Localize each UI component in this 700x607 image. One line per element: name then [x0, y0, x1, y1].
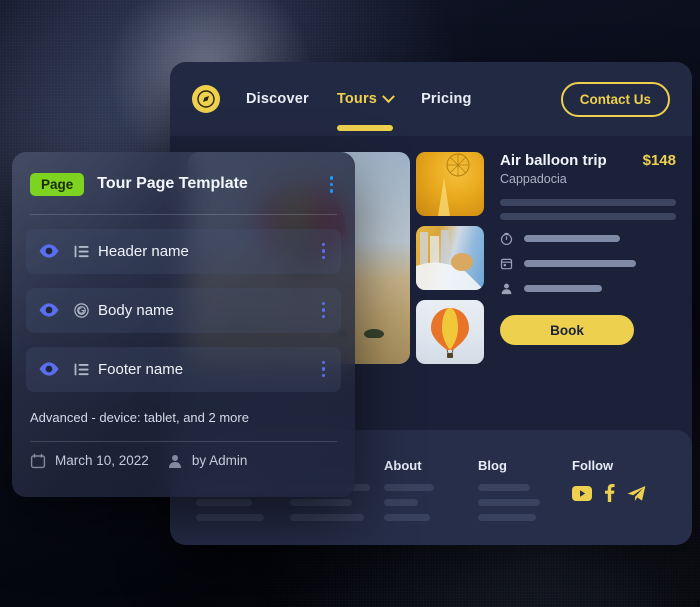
footer-placeholder-bar [478, 514, 536, 521]
list-item[interactable]: Header name [26, 228, 341, 274]
eye-icon[interactable] [38, 299, 60, 321]
person-icon [501, 283, 512, 295]
list-item-label: Header name [98, 242, 189, 260]
telegram-icon[interactable] [627, 485, 646, 502]
footer-column-title: About [384, 458, 422, 473]
chevron-down-icon [382, 89, 395, 103]
tour-detail-panel: Air balloon trip $148 Cappadocia Book [500, 152, 676, 345]
nav-links: Discover Tours Pricing [246, 89, 472, 131]
meta-row-date [500, 257, 676, 270]
list-icon [74, 245, 89, 257]
thumbnail-gallery [416, 152, 484, 374]
eye-icon[interactable] [38, 358, 60, 380]
footer-column-blog: Blog [478, 458, 572, 545]
balloon-interior-thumbnail[interactable] [416, 152, 484, 216]
card-more-options-button[interactable] [326, 172, 338, 197]
list-item-more-options-button[interactable] [318, 298, 330, 323]
nav-link-label: Tours [336, 91, 378, 107]
nav-link-pricing[interactable]: Pricing [421, 91, 472, 107]
advanced-settings-text[interactable]: Advanced - device: tablet, and 2 more [12, 406, 355, 425]
clock-icon [500, 232, 513, 245]
tour-page-template-card: Page Tour Page Template Header name Body… [12, 152, 355, 497]
footer-placeholder-bar [196, 514, 264, 521]
eye-icon[interactable] [38, 240, 60, 262]
footer-column-title: Blog [478, 458, 507, 473]
footer-placeholder-bar [478, 499, 540, 506]
active-tab-underline [336, 125, 393, 131]
balloon-sky-thumbnail[interactable] [416, 226, 484, 290]
meta-row-duration [500, 232, 676, 245]
footer-placeholder-bar [384, 514, 430, 521]
list-icon [74, 363, 89, 375]
list-item-label: Body name [98, 301, 174, 319]
orange-balloon-thumbnail[interactable] [416, 300, 484, 364]
list-item[interactable]: Body name [26, 287, 341, 333]
page-title: Tour Page Template [97, 175, 248, 193]
description-placeholder-bar [500, 213, 676, 220]
list-item-more-options-button[interactable] [318, 239, 330, 264]
publish-date: March 10, 2022 [55, 453, 149, 468]
list-item[interactable]: Footer name [26, 346, 341, 392]
card-footer: March 10, 2022 by Admin [12, 442, 355, 469]
footer-placeholder-bar [384, 499, 418, 506]
facebook-icon[interactable] [604, 484, 615, 502]
calendar-icon [30, 453, 46, 468]
detail-header: Air balloon trip $148 [500, 152, 676, 169]
tour-location: Cappadocia [500, 172, 567, 186]
nav-link-tours[interactable]: Tours [336, 89, 395, 131]
person-icon [168, 454, 181, 468]
footer-placeholder-bar [384, 484, 434, 491]
footer-placeholder-bar [196, 499, 252, 506]
meta-row-guests [500, 282, 676, 295]
footer-placeholder-bar [290, 514, 364, 521]
tour-price: $148 [642, 152, 676, 169]
description-placeholder-bar [500, 199, 676, 206]
nav-link-discover[interactable]: Discover [246, 91, 309, 107]
meta-placeholder-bar [524, 260, 636, 267]
card-header: Page Tour Page Template [12, 152, 355, 197]
footer-column-follow: Follow [572, 458, 666, 545]
footer-placeholder-bar [290, 499, 352, 506]
list-item-label: Footer name [98, 360, 184, 378]
compass-icon[interactable] [192, 85, 220, 113]
footer-placeholder-bar [478, 484, 530, 491]
social-links [572, 484, 666, 502]
template-parts-list: Header name Body name Footer name [12, 215, 355, 392]
nav-link-label: Pricing [421, 91, 472, 107]
gutenberg-target-icon [74, 302, 89, 318]
author: by Admin [191, 453, 248, 468]
list-item-more-options-button[interactable] [318, 357, 330, 382]
footer-column-about: About [384, 458, 478, 545]
book-button[interactable]: Book [500, 315, 634, 345]
tour-title: Air balloon trip [500, 152, 607, 169]
youtube-icon[interactable] [572, 485, 592, 501]
nav-link-label: Discover [246, 91, 309, 107]
footer-follow-title: Follow [572, 458, 614, 473]
site-navbar: Discover Tours Pricing Contact Us [170, 62, 692, 136]
screenshot-canvas: Discover Tours Pricing Contact Us Air ba… [0, 0, 700, 607]
status-badge: Page [30, 172, 85, 196]
meta-placeholder-bar [524, 235, 620, 242]
contact-us-button[interactable]: Contact Us [560, 81, 670, 117]
meta-placeholder-bar [524, 285, 602, 292]
calendar-icon [500, 258, 513, 270]
